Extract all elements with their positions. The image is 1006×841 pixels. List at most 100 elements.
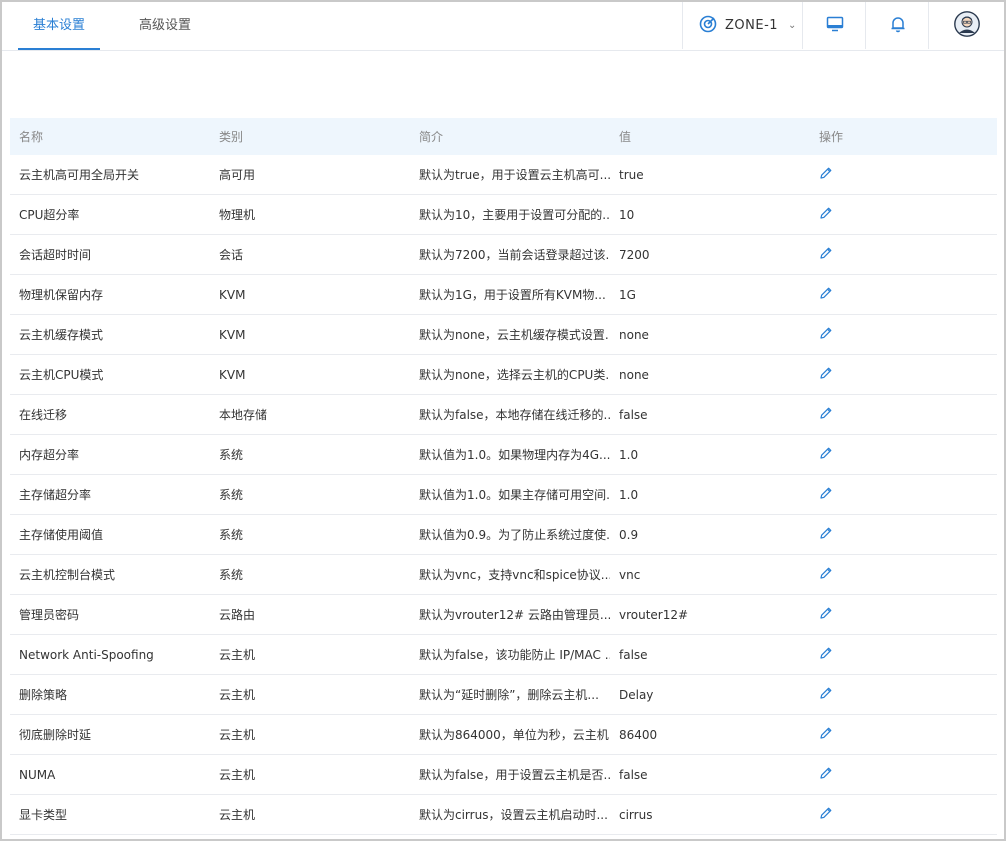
row-actions [810,326,997,343]
table-row: 主存储使用阈值 系统 默认值为0.9。为了防止系统过度使... 0.9 [10,515,997,555]
table-row: NUMA 云主机 默认为false，用于设置云主机是否... false [10,755,997,795]
setting-name: 会话超时时间 [19,248,92,262]
settings-table: 名称 类别 简介 值 操作 云主机高可用全局开关 高可用 默认为true，用于设置云… [10,118,997,835]
setting-category: 系统 [219,488,244,502]
setting-name: 彻底删除时延 [19,728,92,742]
tab-advanced-settings[interactable]: 高级设置 [124,2,206,49]
row-actions [810,726,997,743]
setting-category: 云主机 [219,808,256,822]
pencil-icon[interactable] [819,206,835,222]
setting-name: 在线迁移 [19,408,68,422]
setting-name: Network Anti-Spoofing [19,647,154,662]
row-actions [810,246,997,263]
pencil-icon[interactable] [819,766,835,782]
pencil-icon[interactable] [819,326,835,342]
column-header-category: 类别 [219,130,244,144]
row-actions [810,566,997,583]
pencil-icon[interactable] [819,446,835,462]
setting-value: true [619,167,644,182]
app-window: 基本设置 高级设置 ZONE-1 ⌄ 名称 类别 简介 值 操作 云主机高可用全… [0,0,1006,841]
row-actions [810,286,997,303]
table-header: 名称 类别 简介 值 操作 [10,118,997,155]
pencil-icon[interactable] [819,566,835,582]
row-actions [810,206,997,223]
row-actions [810,646,997,663]
setting-description: 默认为864000，单位为秒，云主机... [419,728,610,742]
pencil-icon[interactable] [819,606,835,622]
table-row: 删除策略 云主机 默认为“延时删除”，删除云主机... Delay [10,675,997,715]
table-row: 内存超分率 系统 默认值为1.0。如果物理内存为4G... 1.0 [10,435,997,475]
table-row: CPU超分率 物理机 默认为10，主要用于设置可分配的... 10 [10,195,997,235]
setting-description: 默认为false，用于设置云主机是否... [419,768,610,782]
setting-description: 默认为cirrus，设置云主机启动时... [419,808,608,822]
pencil-icon[interactable] [819,246,835,262]
row-actions [810,446,997,463]
monitor-icon [826,16,844,36]
setting-name: 云主机控制台模式 [19,568,116,582]
table-row: 云主机CPU模式 KVM 默认为none，选择云主机的CPU类... none [10,355,997,395]
setting-name: 删除策略 [19,688,68,702]
pencil-icon[interactable] [819,286,835,302]
setting-value: false [619,407,648,422]
zone-target-icon [699,15,717,37]
table-row: 管理员密码 云路由 默认为vrouter12# 云路由管理员... vrouter12… [10,595,997,635]
setting-category: KVM [219,327,246,342]
setting-category: KVM [219,287,246,302]
row-actions [810,526,997,543]
setting-value: none [619,327,649,342]
pencil-icon[interactable] [819,366,835,382]
setting-name: 主存储使用阈值 [19,528,104,542]
pencil-icon[interactable] [819,486,835,502]
setting-name: 物理机保留内存 [19,288,104,302]
row-actions [810,606,997,623]
table-row: 物理机保留内存 KVM 默认为1G，用于设置所有KVM物... 1G [10,275,997,315]
pencil-icon[interactable] [819,646,835,662]
row-actions [810,406,997,423]
column-header-name: 名称 [19,130,44,144]
setting-name: NUMA [19,767,56,782]
row-actions [810,166,997,183]
setting-category: 高可用 [219,168,256,182]
bell-icon [889,15,907,37]
setting-category: 云路由 [219,608,256,622]
setting-category: 系统 [219,528,244,542]
setting-name: 云主机缓存模式 [19,328,104,342]
setting-description: 默认为false，本地存储在线迁移的... [419,408,610,422]
row-actions [810,366,997,383]
table-row: 云主机高可用全局开关 高可用 默认为true，用于设置云主机高可... true [10,155,997,195]
setting-description: 默认为false，该功能防止 IP/MAC ... [419,648,610,662]
setting-category: 云主机 [219,648,256,662]
pencil-icon[interactable] [819,406,835,422]
setting-description: 默认值为1.0。如果物理内存为4G... [419,448,610,462]
setting-value: none [619,367,649,382]
setting-category: 云主机 [219,728,256,742]
setting-value: vrouter12# [619,607,689,622]
setting-description: 默认为vnc，支持vnc和spice协议... [419,568,610,582]
table-row: Network Anti-Spoofing 云主机 默认为false，该功能防止 I… [10,635,997,675]
pencil-icon[interactable] [819,526,835,542]
setting-value: Delay [619,687,654,702]
pencil-icon[interactable] [819,166,835,182]
monitor-button[interactable] [802,2,866,49]
pencil-icon[interactable] [819,806,835,822]
setting-category: 系统 [219,568,244,582]
user-menu-button[interactable] [928,2,1004,49]
table-body: 云主机高可用全局开关 高可用 默认为true，用于设置云主机高可... true CPU… [10,155,997,835]
zone-selector[interactable]: ZONE-1 ⌄ [682,2,802,49]
row-actions [810,806,997,823]
pencil-icon[interactable] [819,686,835,702]
setting-description: 默认值为0.9。为了防止系统过度使... [419,528,610,542]
setting-name: 显卡类型 [19,808,68,822]
setting-description: 默认为“延时删除”，删除云主机... [419,688,599,702]
setting-name: 主存储超分率 [19,488,92,502]
table-row: 显卡类型 云主机 默认为cirrus，设置云主机启动时... cirrus [10,795,997,835]
setting-name: CPU超分率 [19,208,80,222]
notification-button[interactable] [865,2,929,49]
pencil-icon[interactable] [819,726,835,742]
tab-basic-settings[interactable]: 基本设置 [18,2,100,50]
table-row: 会话超时时间 会话 默认为7200，当前会话登录超过该... 7200 [10,235,997,275]
setting-value: 86400 [619,727,658,742]
row-actions [810,486,997,503]
setting-value: 7200 [619,247,650,262]
setting-value: 1.0 [619,487,639,502]
